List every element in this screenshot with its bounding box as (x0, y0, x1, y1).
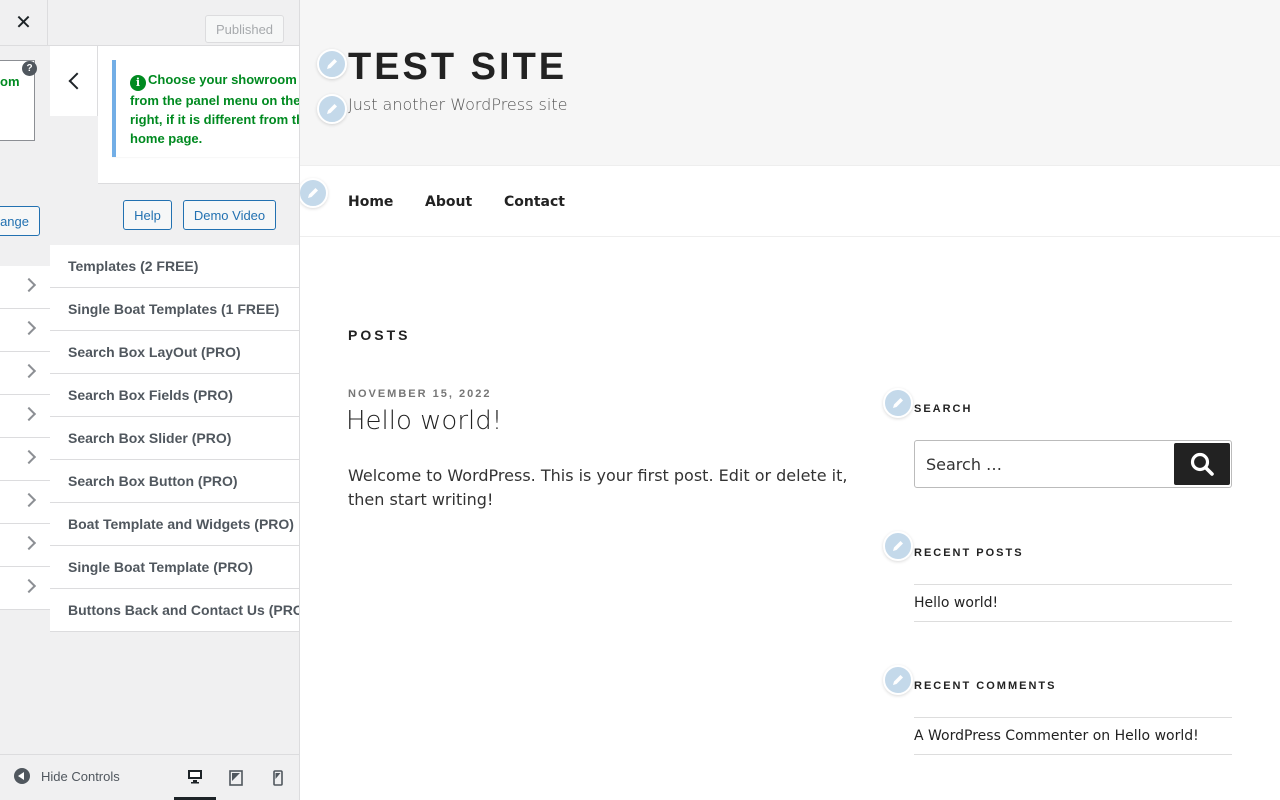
chevron-right-icon (21, 320, 37, 336)
outer-row[interactable] (0, 352, 50, 395)
chevron-right-icon (21, 492, 37, 508)
comment-author-link[interactable]: A WordPress Commenter (914, 728, 1088, 744)
edit-menu-shortcut[interactable] (300, 178, 328, 208)
menu-item-search-box-fields[interactable]: Search Box Fields (PRO) (50, 374, 299, 417)
pencil-icon (308, 188, 318, 198)
outer-row[interactable] (0, 567, 50, 610)
info-icon: i (130, 75, 146, 91)
site-tagline: Just another WordPress site (348, 95, 568, 114)
close-button[interactable]: ✕ (0, 0, 48, 45)
published-button: Published (205, 15, 284, 43)
edit-tagline-shortcut[interactable] (317, 94, 347, 124)
customizer-panel: ✕ Published om ? ange i Choose your showr… (0, 0, 300, 800)
showroom-notice: iChoose your showroom page from the pane… (112, 60, 300, 157)
nav-item-contact[interactable]: Contact (504, 194, 565, 210)
chevron-right-icon (21, 535, 37, 551)
outer-row[interactable] (0, 438, 50, 481)
chevron-right-icon (21, 578, 37, 594)
back-button[interactable] (50, 46, 98, 116)
menu-item-templates[interactable]: Templates (2 FREE) (50, 245, 299, 288)
outer-row[interactable] (0, 309, 50, 352)
edit-recent-comments-shortcut[interactable] (883, 665, 913, 695)
chevron-right-icon (21, 406, 37, 422)
nav-item-about[interactable]: About (425, 194, 472, 210)
collapse-icon (14, 768, 30, 784)
button-row: Help Demo Video (50, 184, 299, 245)
search-widget-title: SEARCH (914, 403, 973, 415)
chevron-right-icon (21, 277, 37, 293)
nav-item-home[interactable]: Home (348, 194, 393, 210)
pencil-icon (327, 104, 337, 114)
pencil-icon (893, 398, 903, 408)
notice-text: Choose your showroom page from the panel… (130, 72, 300, 146)
comment-on-text: on (1092, 728, 1111, 744)
menu-item-search-box-layout[interactable]: Search Box LayOut (PRO) (50, 331, 299, 374)
recent-posts-title: RECENT POSTS (914, 547, 1024, 559)
desktop-icon (188, 770, 202, 784)
recent-posts-list: Hello world! (914, 584, 1232, 622)
site-preview: TEST SITE Just another WordPress site Ho… (300, 0, 1280, 800)
notice-area: iChoose your showroom page from the pane… (98, 46, 300, 184)
tablet-icon (229, 770, 243, 786)
tablet-preview-button[interactable] (215, 755, 257, 800)
mobile-preview-button[interactable] (257, 755, 299, 800)
menu-item-buttons-back-contact[interactable]: Buttons Back and Contact Us (PRO) (50, 589, 299, 632)
outer-panel-strip: om ? ange (0, 46, 50, 646)
edit-search-widget-shortcut[interactable] (883, 388, 913, 418)
chevron-right-icon (21, 449, 37, 465)
customizer-section: iChoose your showroom page from the pane… (50, 46, 300, 800)
posts-heading: POSTS (348, 327, 411, 343)
menu-item-single-boat-template[interactable]: Single Boat Template (PRO) (50, 546, 299, 589)
hide-controls-label: Hide Controls (41, 768, 120, 784)
menu-item-single-boat-templates[interactable]: Single Boat Templates (1 FREE) (50, 288, 299, 331)
outer-row[interactable] (0, 266, 50, 309)
menu-item-boat-template-widgets[interactable]: Boat Template and Widgets (PRO) (50, 503, 299, 546)
chevron-right-icon (21, 363, 37, 379)
post-title[interactable]: Hello world! (346, 406, 502, 436)
search-form (914, 440, 1232, 488)
close-icon: ✕ (15, 12, 32, 34)
recent-comments-list: A WordPress Commenter on Hello world! (914, 717, 1232, 755)
post-excerpt: Welcome to WordPress. This is your first… (348, 466, 848, 509)
menu-item-search-box-button[interactable]: Search Box Button (PRO) (50, 460, 299, 503)
site-header: TEST SITE Just another WordPress site (300, 0, 1280, 166)
comment-post-link[interactable]: Hello world! (1115, 728, 1199, 744)
outer-row[interactable] (0, 481, 50, 524)
help-button[interactable]: Help (123, 200, 172, 230)
help-icon[interactable]: ? (22, 61, 37, 76)
chevron-left-icon (68, 72, 85, 90)
mobile-icon (273, 770, 283, 786)
customizer-footer: Hide Controls (0, 754, 299, 800)
post-date[interactable]: NOVEMBER 15, 2022 (348, 388, 491, 400)
change-button[interactable]: ange (0, 206, 40, 236)
outer-notice-text: om (0, 74, 20, 89)
customizer-header: ✕ Published (0, 0, 299, 46)
edit-title-shortcut[interactable] (317, 49, 347, 79)
menu-item-search-box-slider[interactable]: Search Box Slider (PRO) (50, 417, 299, 460)
recent-comments-title: RECENT COMMENTS (914, 680, 1057, 692)
search-button[interactable] (1174, 443, 1230, 485)
outer-row[interactable] (0, 524, 50, 567)
pencil-icon (327, 59, 337, 69)
pencil-icon (893, 675, 903, 685)
desktop-preview-button[interactable] (174, 755, 216, 800)
pencil-icon (893, 541, 903, 551)
edit-recent-posts-shortcut[interactable] (883, 531, 913, 561)
search-icon (1190, 452, 1214, 476)
recent-post-link[interactable]: Hello world! (914, 595, 998, 611)
search-input[interactable] (915, 441, 1173, 487)
site-title[interactable]: TEST SITE (348, 46, 567, 89)
outer-row[interactable] (0, 395, 50, 438)
main-navigation: Home About Contact (300, 166, 1280, 237)
demo-video-button[interactable]: Demo Video (183, 200, 276, 230)
hide-controls-button[interactable]: Hide Controls (14, 768, 120, 784)
